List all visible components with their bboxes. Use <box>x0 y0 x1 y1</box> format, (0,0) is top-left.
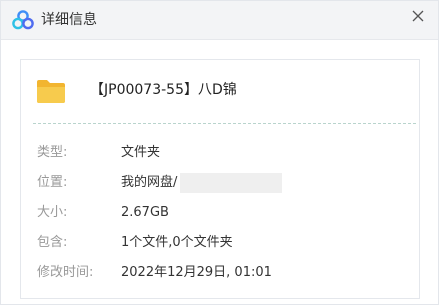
detail-row-contains: 包含: 1个文件,0个文件夹 <box>21 233 419 253</box>
detail-row-size: 大小: 2.67GB <box>21 203 419 223</box>
details-panel: 【JP00073-55】八D锦 类型: 文件夹 位置: 我的网盘/ 大小: 2.… <box>20 59 420 299</box>
detail-value-location[interactable]: 我的网盘/ <box>121 173 283 193</box>
detail-value: 2.67GB <box>121 205 169 220</box>
file-header: 【JP00073-55】八D锦 <box>21 60 419 124</box>
close-icon <box>412 10 424 22</box>
detail-label: 修改时间: <box>37 265 94 280</box>
detail-value: 1个文件,0个文件夹 <box>121 235 233 250</box>
details-dialog: 详细信息 【JP00073-55】八D锦 类型: 文件夹 位置: 我的网盘/ 大… <box>0 0 439 305</box>
detail-row-type: 类型: 文件夹 <box>21 143 419 163</box>
detail-label: 大小: <box>37 205 68 220</box>
detail-value: 文件夹 <box>121 145 161 160</box>
detail-value: 2022年12月29日, 01:01 <box>121 265 272 280</box>
detail-label: 包含: <box>37 235 68 250</box>
baidu-netdisk-logo-icon <box>12 10 34 30</box>
close-button[interactable] <box>404 5 432 27</box>
redacted-path-block <box>180 173 283 193</box>
title-bar[interactable]: 详细信息 <box>1 1 438 40</box>
dialog-title: 详细信息 <box>41 12 97 28</box>
detail-row-modified: 修改时间: 2022年12月29日, 01:01 <box>21 263 419 283</box>
location-path: 我的网盘/ <box>121 175 178 190</box>
divider <box>33 123 416 124</box>
detail-label: 位置: <box>37 175 68 190</box>
folder-icon <box>37 80 65 103</box>
detail-row-location: 位置: 我的网盘/ <box>21 173 419 193</box>
file-name: 【JP00073-55】八D锦 <box>90 82 237 98</box>
detail-label: 类型: <box>37 145 68 160</box>
